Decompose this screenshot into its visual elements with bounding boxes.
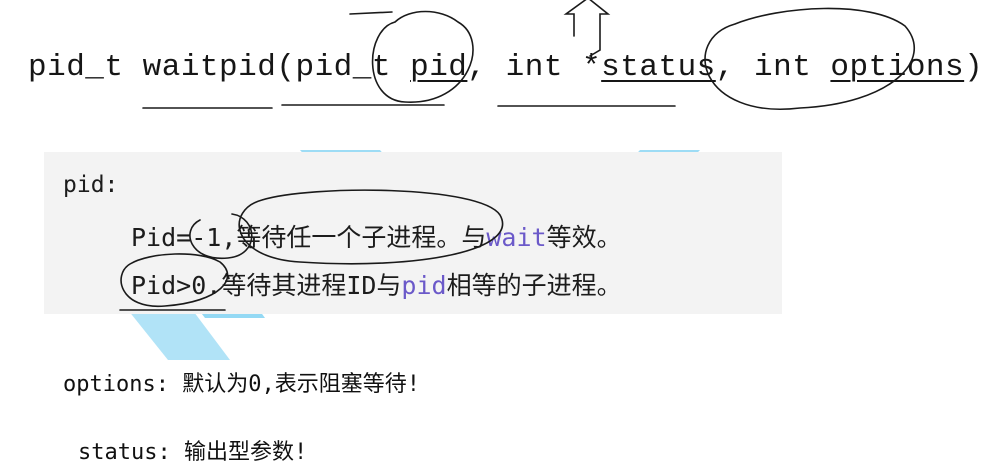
options-explanation: options: 默认为0,表示阻塞等待! [63, 372, 420, 397]
pid-case-minus-one-suffix: 等效。 [546, 223, 622, 252]
pid-case-minus-one: Pid=-1, [131, 223, 237, 252]
param-pid-type: pid_t [295, 50, 391, 85]
close-paren: ); [964, 50, 988, 85]
status-explanation: status: 输出型参数! [78, 440, 308, 465]
pid-case-minus-one-text: 等待任一个子进程。与 [236, 223, 487, 252]
return-type: pid_t [28, 50, 124, 85]
pid-case-positive-text: 等待其进程ID与 [221, 271, 402, 300]
comma-1: , [467, 50, 487, 85]
param-status-name: status [601, 50, 716, 85]
param-options-type: int [754, 50, 812, 85]
keyword-wait: wait [486, 223, 547, 252]
function-signature: pid_t waitpid(pid_t pid, int *status, in… [28, 50, 988, 85]
pid-note-title: pid: [63, 172, 119, 198]
comma-2: , [715, 50, 735, 85]
pid-note-line-2: Pid>0.等待其进程ID与pid相等的子进程。 [131, 266, 622, 302]
keyword-pid: pid [401, 271, 447, 300]
open-paren: ( [276, 50, 296, 85]
param-pid-name: pid [410, 50, 468, 85]
param-status-type: int [505, 50, 563, 85]
function-name: waitpid [142, 50, 277, 85]
pointer-star: * [582, 50, 602, 85]
pid-note-line-1: Pid=-1,等待任一个子进程。与wait等效。 [131, 218, 622, 254]
pid-case-positive: Pid>0. [131, 271, 222, 300]
param-options-name: options [830, 50, 965, 85]
pid-case-positive-suffix: 相等的子进程。 [446, 271, 622, 300]
